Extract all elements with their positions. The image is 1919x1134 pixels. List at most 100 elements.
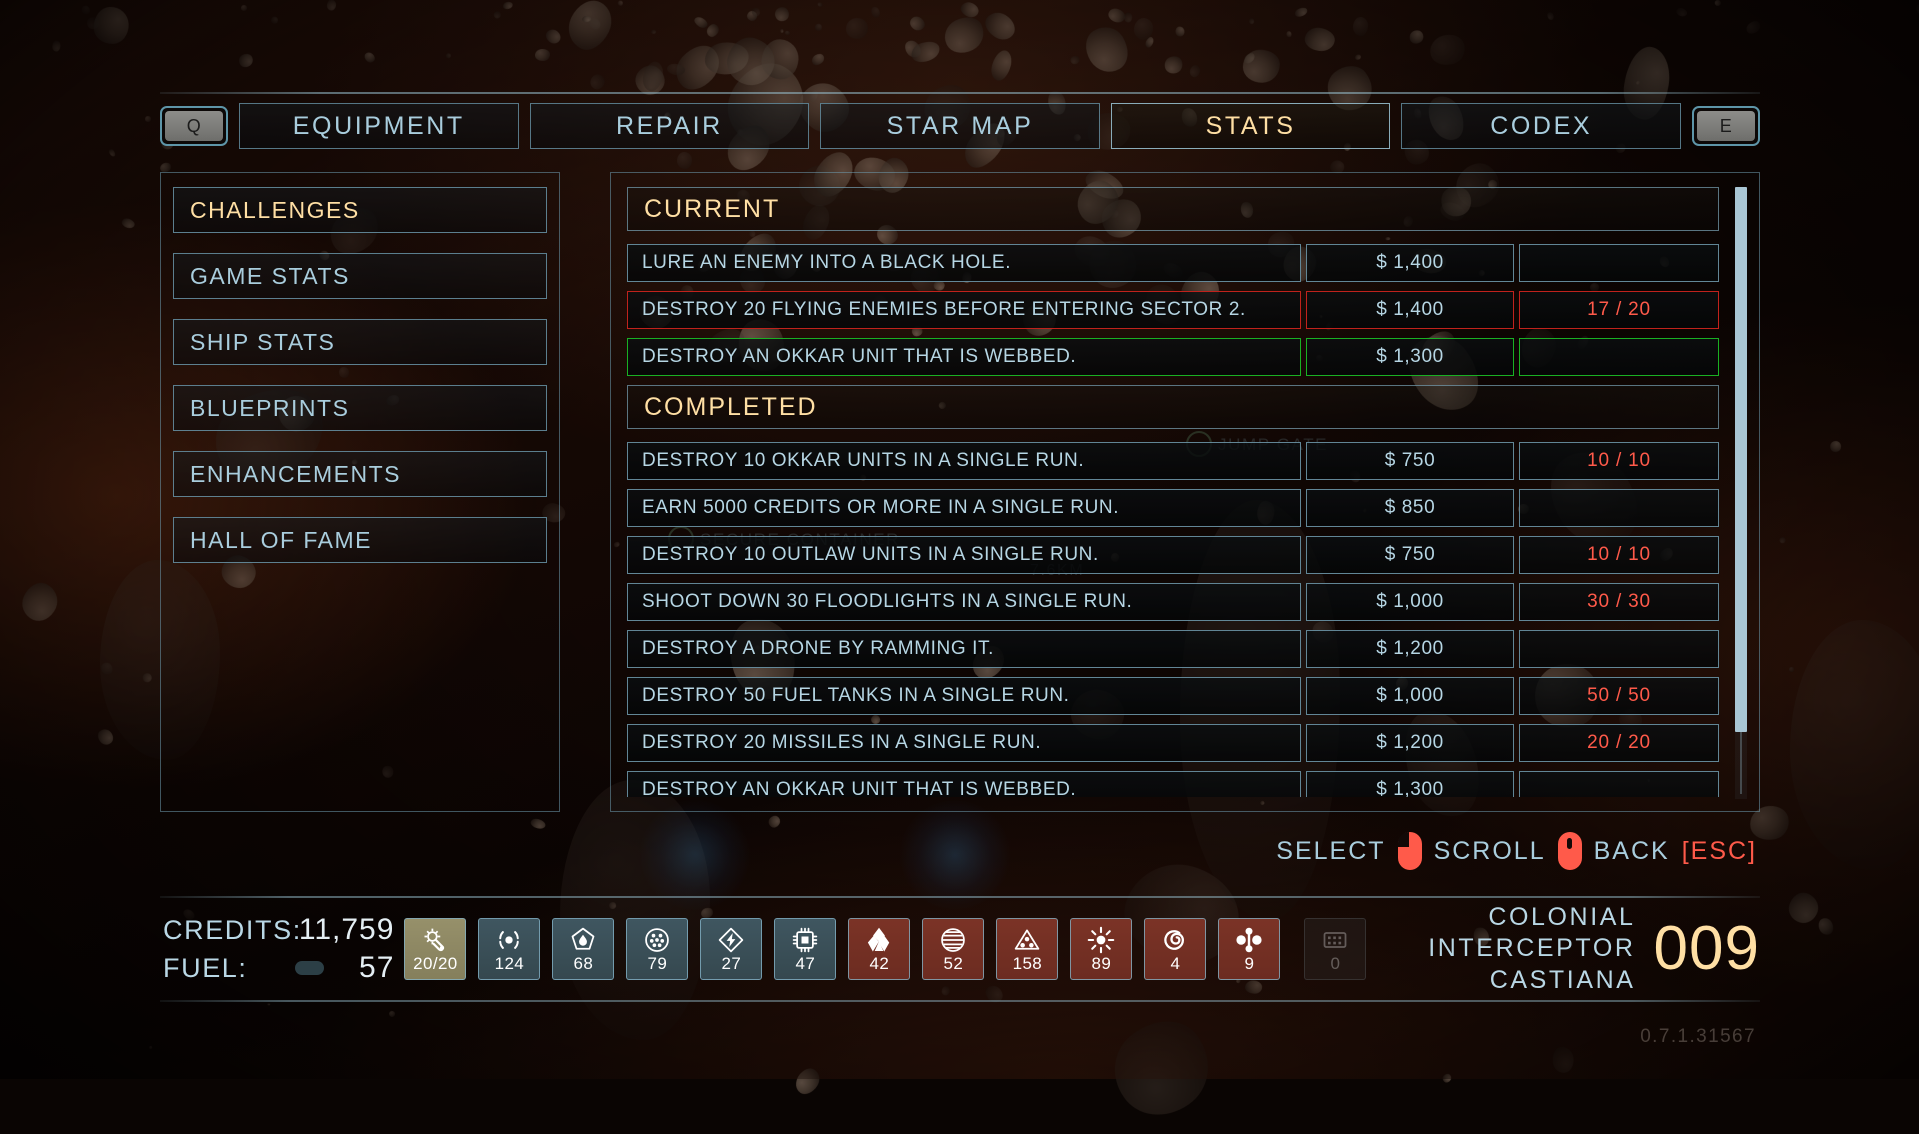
- challenge-reward: $ 850: [1306, 489, 1514, 527]
- sidebar-item-game-stats[interactable]: GAME STATS: [173, 253, 547, 299]
- inventory-slot[interactable]: 4: [1144, 918, 1207, 980]
- sidebar-item-blueprints[interactable]: BLUEPRINTS: [173, 385, 547, 431]
- hazard-triangle-icon: [1013, 926, 1041, 954]
- inventory-slot[interactable]: 52: [922, 918, 985, 980]
- energy-bolt-icon: [717, 926, 745, 954]
- inventory-slot[interactable]: 79: [626, 918, 689, 980]
- esc-key-label: [ESC]: [1681, 836, 1757, 865]
- spiral-icon: [1161, 926, 1189, 954]
- credits-label: CREDITS:: [163, 914, 302, 945]
- scrollbar-track[interactable]: [1735, 187, 1747, 799]
- challenge-reward: $ 750: [1306, 536, 1514, 574]
- select-hint-label: SELECT: [1276, 836, 1386, 865]
- inventory-slot[interactable]: 9: [1218, 918, 1281, 980]
- challenge-row[interactable]: DESTROY 20 FLYING ENEMIES BEFORE ENTERIN…: [627, 291, 1719, 329]
- challenge-progress: 20 / 20: [1519, 724, 1719, 762]
- ship-info: COLONIAL INTERCEPTOR CASTIANA 009: [1386, 902, 1760, 996]
- challenge-row[interactable]: LURE AN ENEMY INTO A BLACK HOLE. $ 1,400: [627, 244, 1719, 282]
- challenge-row[interactable]: DESTROY 10 OUTLAW UNITS IN A SINGLE RUN.…: [627, 536, 1719, 574]
- challenge-reward: $ 1,300: [1306, 338, 1514, 376]
- tab-equipment[interactable]: EQUIPMENT: [239, 103, 519, 149]
- key-hint-e-label: E: [1696, 111, 1755, 141]
- sidebar-item-challenges[interactable]: CHALLENGES: [173, 187, 547, 233]
- inventory-slot-count: 124: [494, 954, 525, 973]
- inventory-slot-count: 47: [795, 954, 816, 973]
- inventory-slot[interactable]: 20/20: [404, 918, 467, 980]
- inventory-slot-count: 9: [1244, 954, 1255, 973]
- challenge-description: DESTROY 50 FUEL TANKS IN A SINGLE RUN.: [627, 677, 1301, 715]
- inventory-slot[interactable]: 89: [1070, 918, 1133, 980]
- top-divider: [160, 92, 1760, 94]
- fuel-label: FUEL:: [163, 952, 248, 983]
- challenge-progress: 50 / 50: [1519, 677, 1719, 715]
- challenge-row[interactable]: DESTROY 10 OKKAR UNITS IN A SINGLE RUN. $…: [627, 442, 1719, 480]
- challenge-row[interactable]: DESTROY AN OKKAR UNIT THAT IS WEBBED. $ 1…: [627, 338, 1719, 376]
- key-hint-e[interactable]: E: [1691, 106, 1760, 146]
- challenge-row[interactable]: DESTROY A DRONE BY RAMMING IT. $ 1,200: [627, 630, 1719, 668]
- fuel-gauge: [295, 961, 325, 975]
- sidebar-item-ship-stats[interactable]: SHIP STATS: [173, 319, 547, 365]
- disc-stack-icon: [939, 926, 967, 954]
- inventory-slot-count: 20/20: [413, 954, 458, 973]
- starburst-icon: [1087, 926, 1115, 954]
- fuel-row: FUEL: 57: [163, 949, 394, 987]
- challenge-progress-value: 17 / 20: [1587, 299, 1651, 320]
- challenge-description: SHOOT DOWN 30 FLOODLIGHTS IN A SINGLE RU…: [627, 583, 1301, 621]
- inventory-slot-count: 42: [869, 954, 890, 973]
- ammo-cluster-icon: [643, 926, 671, 954]
- section-header: COMPLETED: [627, 385, 1719, 429]
- inventory-slot[interactable]: 42: [848, 918, 911, 980]
- inventory-slot[interactable]: 0: [1304, 918, 1367, 980]
- challenge-progress-value: 30 / 30: [1587, 591, 1651, 612]
- stats-sidebar: CHALLENGES GAME STATS SHIP STATS BLUEPRI…: [160, 172, 560, 812]
- challenge-description: DESTROY 10 OKKAR UNITS IN A SINGLE RUN.: [627, 442, 1301, 480]
- challenge-row[interactable]: DESTROY 20 MISSILES IN A SINGLE RUN. $ 1,…: [627, 724, 1719, 762]
- sidebar-item-enhancements[interactable]: ENHANCEMENTS: [173, 451, 547, 497]
- challenge-reward: $ 750: [1306, 442, 1514, 480]
- challenge-row[interactable]: EARN 5000 CREDITS OR MORE IN A SINGLE RU…: [627, 489, 1719, 527]
- inventory-slot[interactable]: 124: [478, 918, 541, 980]
- inventory-slot-count: 52: [943, 954, 964, 973]
- challenge-row[interactable]: DESTROY 50 FUEL TANKS IN A SINGLE RUN. $ …: [627, 677, 1719, 715]
- challenge-reward: $ 1,400: [1306, 244, 1514, 282]
- challenge-description: DESTROY AN OKKAR UNIT THAT IS WEBBED.: [627, 338, 1301, 376]
- inventory-slot-count: 158: [1012, 954, 1043, 973]
- tab-star-map[interactable]: STAR MAP: [820, 103, 1100, 149]
- scrollbar-thumb[interactable]: [1735, 187, 1747, 732]
- inventory-slot[interactable]: 68: [552, 918, 615, 980]
- inventory-slot-count: 79: [647, 954, 668, 973]
- challenge-row[interactable]: DESTROY AN OKKAR UNIT THAT IS WEBBED. $ 1…: [627, 771, 1719, 797]
- key-hint-q-label: Q: [165, 111, 223, 141]
- tab-stats[interactable]: STATS: [1110, 103, 1391, 149]
- fuel-drop-icon: [569, 926, 597, 954]
- targeting-icon: [495, 926, 523, 954]
- challenge-progress: 30 / 30: [1519, 583, 1719, 621]
- credits-row: CREDITS: 11,759: [163, 911, 394, 949]
- tab-repair[interactable]: REPAIR: [529, 103, 810, 149]
- challenge-reward: $ 1,000: [1306, 677, 1514, 715]
- challenge-progress: 10 / 10: [1519, 536, 1719, 574]
- ship-class-label: COLONIAL INTERCEPTOR: [1428, 903, 1636, 963]
- inventory-slot[interactable]: 27: [700, 918, 763, 980]
- fuel-value: 57: [359, 951, 395, 984]
- bottom-divider-bottom: [160, 1000, 1760, 1002]
- control-hints: SELECT SCROLL BACK [ESC]: [1276, 832, 1757, 870]
- inventory-slot[interactable]: 47: [774, 918, 837, 980]
- ship-names: COLONIAL INTERCEPTOR CASTIANA: [1386, 902, 1635, 996]
- inventory-slots: 20/20 124 68 79 27 47 42 52 158 89 4 9 0: [404, 918, 1367, 980]
- mouse-wheel-icon: [1557, 832, 1582, 870]
- challenges-list[interactable]: CURRENT LURE AN ENEMY INTO A BLACK HOLE. $…: [627, 187, 1719, 797]
- challenge-row[interactable]: SHOOT DOWN 30 FLOODLIGHTS IN A SINGLE RU…: [627, 583, 1719, 621]
- sidebar-item-hall-of-fame[interactable]: HALL OF FAME: [173, 517, 547, 563]
- crystal-icon: [865, 926, 893, 954]
- challenge-reward: $ 1,400: [1306, 291, 1514, 329]
- challenges-panel: CURRENT LURE AN ENEMY INTO A BLACK HOLE. $…: [610, 172, 1760, 812]
- inventory-slot[interactable]: 158: [996, 918, 1059, 980]
- challenge-progress: [1519, 244, 1719, 282]
- tab-codex[interactable]: CODEX: [1401, 103, 1681, 149]
- key-hint-q[interactable]: Q: [160, 106, 228, 146]
- molecule-icon: [1235, 926, 1263, 954]
- scrollbar-remainder: [1740, 732, 1742, 794]
- inventory-slot-count: 68: [573, 954, 594, 973]
- challenge-description: DESTROY AN OKKAR UNIT THAT IS WEBBED.: [627, 771, 1301, 797]
